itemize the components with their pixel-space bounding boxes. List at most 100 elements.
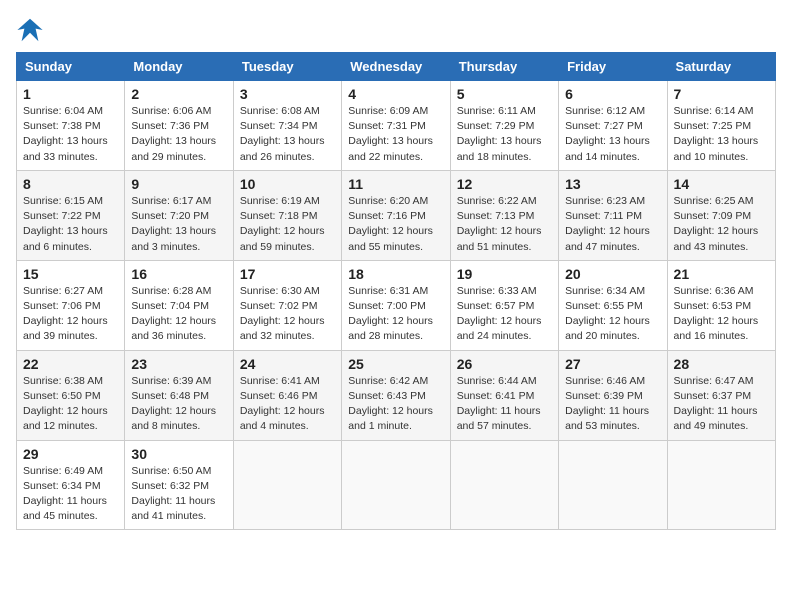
day-info: Sunrise: 6:17 AMSunset: 7:20 PMDaylight:… [131,195,216,253]
day-info: Sunrise: 6:38 AMSunset: 6:50 PMDaylight:… [23,375,108,433]
day-info: Sunrise: 6:49 AMSunset: 6:34 PMDaylight:… [23,465,107,523]
weekday-header-row: SundayMondayTuesdayWednesdayThursdayFrid… [17,53,776,81]
day-number: 25 [348,356,443,372]
day-number: 23 [131,356,226,372]
day-info: Sunrise: 6:08 AMSunset: 7:34 PMDaylight:… [240,105,325,163]
day-info: Sunrise: 6:27 AMSunset: 7:06 PMDaylight:… [23,285,108,343]
day-number: 19 [457,266,552,282]
day-info: Sunrise: 6:47 AMSunset: 6:37 PMDaylight:… [674,375,758,433]
calendar-cell: 14 Sunrise: 6:25 AMSunset: 7:09 PMDaylig… [667,170,775,260]
calendar-cell [450,440,558,530]
calendar-cell: 17 Sunrise: 6:30 AMSunset: 7:02 PMDaylig… [233,260,341,350]
weekday-header-sunday: Sunday [17,53,125,81]
calendar-cell: 22 Sunrise: 6:38 AMSunset: 6:50 PMDaylig… [17,350,125,440]
calendar-cell: 9 Sunrise: 6:17 AMSunset: 7:20 PMDayligh… [125,170,233,260]
week-row-4: 22 Sunrise: 6:38 AMSunset: 6:50 PMDaylig… [17,350,776,440]
day-number: 15 [23,266,118,282]
day-info: Sunrise: 6:31 AMSunset: 7:00 PMDaylight:… [348,285,433,343]
calendar-cell: 26 Sunrise: 6:44 AMSunset: 6:41 PMDaylig… [450,350,558,440]
calendar-cell: 8 Sunrise: 6:15 AMSunset: 7:22 PMDayligh… [17,170,125,260]
day-info: Sunrise: 6:25 AMSunset: 7:09 PMDaylight:… [674,195,759,253]
day-number: 1 [23,86,118,102]
day-number: 22 [23,356,118,372]
day-info: Sunrise: 6:15 AMSunset: 7:22 PMDaylight:… [23,195,108,253]
day-info: Sunrise: 6:20 AMSunset: 7:16 PMDaylight:… [348,195,433,253]
day-info: Sunrise: 6:44 AMSunset: 6:41 PMDaylight:… [457,375,541,433]
day-number: 5 [457,86,552,102]
day-number: 6 [565,86,660,102]
day-info: Sunrise: 6:34 AMSunset: 6:55 PMDaylight:… [565,285,650,343]
day-number: 11 [348,176,443,192]
calendar-cell: 15 Sunrise: 6:27 AMSunset: 7:06 PMDaylig… [17,260,125,350]
calendar-cell: 6 Sunrise: 6:12 AMSunset: 7:27 PMDayligh… [559,81,667,171]
page-header [16,16,776,44]
day-number: 24 [240,356,335,372]
calendar-cell: 25 Sunrise: 6:42 AMSunset: 6:43 PMDaylig… [342,350,450,440]
week-row-3: 15 Sunrise: 6:27 AMSunset: 7:06 PMDaylig… [17,260,776,350]
day-info: Sunrise: 6:12 AMSunset: 7:27 PMDaylight:… [565,105,650,163]
calendar-cell: 7 Sunrise: 6:14 AMSunset: 7:25 PMDayligh… [667,81,775,171]
calendar-cell: 23 Sunrise: 6:39 AMSunset: 6:48 PMDaylig… [125,350,233,440]
weekday-header-saturday: Saturday [667,53,775,81]
day-info: Sunrise: 6:22 AMSunset: 7:13 PMDaylight:… [457,195,542,253]
day-number: 29 [23,446,118,462]
day-number: 21 [674,266,769,282]
calendar-cell: 21 Sunrise: 6:36 AMSunset: 6:53 PMDaylig… [667,260,775,350]
weekday-header-friday: Friday [559,53,667,81]
calendar-cell: 12 Sunrise: 6:22 AMSunset: 7:13 PMDaylig… [450,170,558,260]
day-number: 3 [240,86,335,102]
day-info: Sunrise: 6:28 AMSunset: 7:04 PMDaylight:… [131,285,216,343]
calendar-cell: 10 Sunrise: 6:19 AMSunset: 7:18 PMDaylig… [233,170,341,260]
day-number: 16 [131,266,226,282]
day-number: 30 [131,446,226,462]
day-number: 18 [348,266,443,282]
day-info: Sunrise: 6:50 AMSunset: 6:32 PMDaylight:… [131,465,215,523]
day-info: Sunrise: 6:33 AMSunset: 6:57 PMDaylight:… [457,285,542,343]
calendar-cell: 28 Sunrise: 6:47 AMSunset: 6:37 PMDaylig… [667,350,775,440]
day-number: 8 [23,176,118,192]
calendar-cell: 1 Sunrise: 6:04 AMSunset: 7:38 PMDayligh… [17,81,125,171]
day-number: 20 [565,266,660,282]
calendar-cell: 2 Sunrise: 6:06 AMSunset: 7:36 PMDayligh… [125,81,233,171]
calendar-cell: 4 Sunrise: 6:09 AMSunset: 7:31 PMDayligh… [342,81,450,171]
day-number: 9 [131,176,226,192]
calendar-cell: 20 Sunrise: 6:34 AMSunset: 6:55 PMDaylig… [559,260,667,350]
calendar-cell: 30 Sunrise: 6:50 AMSunset: 6:32 PMDaylig… [125,440,233,530]
day-info: Sunrise: 6:19 AMSunset: 7:18 PMDaylight:… [240,195,325,253]
calendar-cell: 3 Sunrise: 6:08 AMSunset: 7:34 PMDayligh… [233,81,341,171]
logo [16,16,48,44]
week-row-2: 8 Sunrise: 6:15 AMSunset: 7:22 PMDayligh… [17,170,776,260]
week-row-1: 1 Sunrise: 6:04 AMSunset: 7:38 PMDayligh… [17,81,776,171]
calendar-cell [233,440,341,530]
calendar-cell: 27 Sunrise: 6:46 AMSunset: 6:39 PMDaylig… [559,350,667,440]
day-number: 27 [565,356,660,372]
day-number: 12 [457,176,552,192]
day-number: 10 [240,176,335,192]
day-number: 7 [674,86,769,102]
day-info: Sunrise: 6:41 AMSunset: 6:46 PMDaylight:… [240,375,325,433]
day-info: Sunrise: 6:11 AMSunset: 7:29 PMDaylight:… [457,105,542,163]
day-number: 14 [674,176,769,192]
day-number: 28 [674,356,769,372]
weekday-header-wednesday: Wednesday [342,53,450,81]
day-info: Sunrise: 6:39 AMSunset: 6:48 PMDaylight:… [131,375,216,433]
day-info: Sunrise: 6:14 AMSunset: 7:25 PMDaylight:… [674,105,759,163]
calendar-cell [342,440,450,530]
calendar-cell: 11 Sunrise: 6:20 AMSunset: 7:16 PMDaylig… [342,170,450,260]
calendar-cell [559,440,667,530]
day-info: Sunrise: 6:04 AMSunset: 7:38 PMDaylight:… [23,105,108,163]
day-number: 26 [457,356,552,372]
day-info: Sunrise: 6:46 AMSunset: 6:39 PMDaylight:… [565,375,649,433]
day-info: Sunrise: 6:36 AMSunset: 6:53 PMDaylight:… [674,285,759,343]
logo-bird-icon [16,16,44,44]
day-info: Sunrise: 6:30 AMSunset: 7:02 PMDaylight:… [240,285,325,343]
week-row-5: 29 Sunrise: 6:49 AMSunset: 6:34 PMDaylig… [17,440,776,530]
day-number: 2 [131,86,226,102]
calendar-cell: 19 Sunrise: 6:33 AMSunset: 6:57 PMDaylig… [450,260,558,350]
calendar-cell: 18 Sunrise: 6:31 AMSunset: 7:00 PMDaylig… [342,260,450,350]
weekday-header-monday: Monday [125,53,233,81]
day-number: 17 [240,266,335,282]
calendar-cell: 5 Sunrise: 6:11 AMSunset: 7:29 PMDayligh… [450,81,558,171]
day-number: 13 [565,176,660,192]
day-number: 4 [348,86,443,102]
